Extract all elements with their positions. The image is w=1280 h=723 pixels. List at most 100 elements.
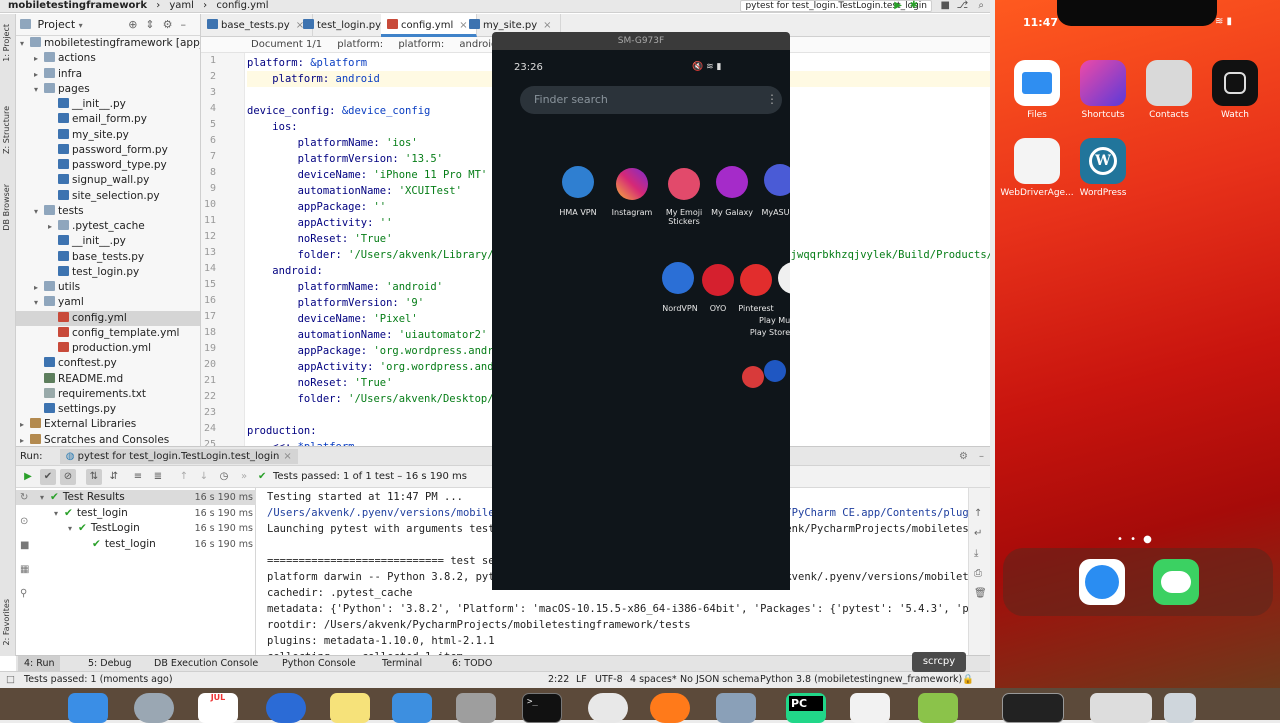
stop-icon[interactable]: ■: [20, 540, 29, 551]
gear-icon[interactable]: ⚙: [959, 447, 968, 466]
notes-icon[interactable]: [330, 693, 370, 723]
tree-file[interactable]: base_tests.py: [16, 250, 200, 265]
tab-run[interactable]: 4: Run: [18, 656, 61, 672]
tree-file[interactable]: signup_wall.py: [16, 173, 200, 188]
tree-folder[interactable]: ▸ External Libraries: [16, 417, 200, 432]
chrome-icon[interactable]: [588, 693, 628, 723]
chevron-down-icon[interactable]: ▾: [34, 204, 44, 219]
stop-icon[interactable]: ■: [941, 0, 950, 12]
breadcrumb-document[interactable]: Document 1/1: [251, 39, 322, 50]
test-tree-row[interactable]: ▾ ✔ TestLogin 16 s 190 ms: [16, 521, 256, 536]
tree-file[interactable]: settings.py: [16, 402, 200, 417]
tree-file[interactable]: __init__.py: [16, 97, 200, 112]
tool-tab-favorites[interactable]: 2: Favorites: [2, 599, 11, 645]
webdriveragent-icon[interactable]: [1014, 138, 1060, 184]
run-icon[interactable]: ▶: [894, 0, 902, 12]
chevron-right-icon[interactable]: ▸: [34, 51, 44, 66]
firefox-icon[interactable]: [650, 693, 690, 723]
chevron-right-icon[interactable]: ▸: [48, 219, 58, 234]
tree-folder[interactable]: ▾ yaml: [16, 295, 200, 310]
tree-file[interactable]: requirements.txt: [16, 387, 200, 402]
chevron-down-icon[interactable]: ▾: [54, 506, 64, 521]
scroll-end-icon[interactable]: ⤓: [974, 548, 978, 559]
previous-icon[interactable]: ↑: [176, 469, 192, 485]
python-interpreter[interactable]: Python 3.8 (mobiletestingnew_framework): [760, 672, 962, 688]
tree-folder[interactable]: ▸ infra: [16, 67, 200, 82]
chevron-down-icon[interactable]: ▾: [79, 21, 83, 30]
test-tree-row[interactable]: ✔ test_login 16 s 190 ms: [16, 537, 256, 552]
up-icon[interactable]: ↑: [974, 508, 982, 519]
files-icon[interactable]: [1014, 60, 1060, 106]
run-config-select[interactable]: pytest for test_login.TestLogin.test_log…: [740, 0, 932, 12]
soft-wrap-icon[interactable]: ↵: [974, 528, 982, 539]
sort-duration-icon[interactable]: ⇵: [106, 469, 122, 485]
breadcrumb-item[interactable]: platform:: [337, 39, 383, 50]
tool-tab-structure[interactable]: Z: Structure: [2, 106, 11, 154]
tab-debug[interactable]: 5: Debug: [82, 656, 138, 672]
tree-file[interactable]: __init__.py: [16, 234, 200, 249]
project-panel-title[interactable]: Project: [38, 18, 76, 31]
tool-tab-project[interactable]: 1: Project: [2, 24, 11, 62]
chevron-right-icon[interactable]: ▸: [20, 417, 30, 432]
status-icon[interactable]: □: [6, 672, 15, 688]
tab-python-console[interactable]: Python Console: [276, 656, 362, 672]
collapse-icon[interactable]: ⇕: [145, 18, 162, 31]
gear-icon[interactable]: ⚙: [163, 18, 181, 31]
preview-icon[interactable]: [716, 693, 756, 723]
more-vert-icon[interactable]: ⋮: [766, 92, 778, 106]
app-icon[interactable]: [764, 360, 786, 382]
window-thumbnail[interactable]: [1090, 693, 1152, 723]
collapse-all-icon[interactable]: ≣: [150, 469, 166, 485]
calendar-icon[interactable]: JUL: [198, 693, 238, 723]
wordpress-icon[interactable]: W: [1080, 138, 1126, 184]
tree-file[interactable]: site_selection.py: [16, 189, 200, 204]
vcs-icon[interactable]: ⎇: [956, 0, 968, 12]
more-icon[interactable]: »: [236, 469, 252, 485]
chevron-down-icon[interactable]: ▾: [20, 36, 30, 51]
finder-icon[interactable]: [68, 693, 108, 723]
trash-icon[interactable]: 🗑: [974, 588, 987, 599]
nordvpn-icon[interactable]: [662, 262, 694, 294]
tree-file[interactable]: README.md: [16, 372, 200, 387]
chevron-down-icon[interactable]: ▾: [68, 521, 78, 536]
tree-file[interactable]: password_form.py: [16, 143, 200, 158]
close-icon[interactable]: ×: [283, 451, 291, 462]
tree-file[interactable]: conftest.py: [16, 356, 200, 371]
rerun-failed-icon[interactable]: ↻: [20, 492, 28, 503]
show-passed-icon[interactable]: ✔: [40, 469, 56, 485]
chevron-right-icon[interactable]: ▸: [20, 433, 30, 447]
system-icon[interactable]: [266, 693, 306, 723]
minimize-icon[interactable]: –: [979, 447, 984, 466]
my-emoji-stickers-icon[interactable]: [668, 168, 700, 200]
tree-folder[interactable]: ▾ pages: [16, 82, 200, 97]
trash-icon[interactable]: [1164, 693, 1196, 723]
tab-terminal[interactable]: Terminal: [376, 656, 428, 672]
xcode-icon[interactable]: [392, 693, 432, 723]
safari-icon[interactable]: [1079, 559, 1125, 605]
tree-file[interactable]: config_template.yml: [16, 326, 200, 341]
print-icon[interactable]: ⎙: [974, 568, 982, 579]
tree-folder[interactable]: ▸ .pytest_cache: [16, 219, 200, 234]
tree-file[interactable]: password_type.py: [16, 158, 200, 173]
indent-setting[interactable]: 4 spaces*: [630, 672, 677, 688]
expand-all-icon[interactable]: ≡: [130, 469, 146, 485]
messages-icon[interactable]: [1153, 559, 1199, 605]
chevron-down-icon[interactable]: ▾: [40, 490, 50, 505]
scrcpy-title[interactable]: SM-G973F: [492, 32, 790, 50]
breadcrumb-item[interactable]: platform:: [398, 39, 444, 50]
tab-db-console[interactable]: DB Execution Console: [148, 656, 264, 672]
debug-icon[interactable]: ✱: [910, 0, 918, 12]
close-icon[interactable]: ×: [543, 20, 551, 31]
line-separator[interactable]: LF: [576, 672, 587, 688]
pinterest-icon[interactable]: [740, 264, 772, 296]
app-icon[interactable]: [742, 366, 764, 388]
launchpad-icon[interactable]: [134, 693, 174, 723]
terminal-icon[interactable]: >_: [522, 693, 562, 723]
watch-icon[interactable]: [1212, 60, 1258, 106]
shortcuts-icon[interactable]: [1080, 60, 1126, 106]
chevron-right-icon[interactable]: ▸: [34, 280, 44, 295]
layout-icon[interactable]: ▦: [20, 564, 29, 575]
instagram-icon[interactable]: [616, 168, 648, 200]
tool-tab-db-browser[interactable]: DB Browser: [2, 184, 11, 231]
android-screen[interactable]: 23:26 🔇 ≋ ▮ Finder search ⋮ HMA VPN Inst…: [492, 50, 790, 590]
